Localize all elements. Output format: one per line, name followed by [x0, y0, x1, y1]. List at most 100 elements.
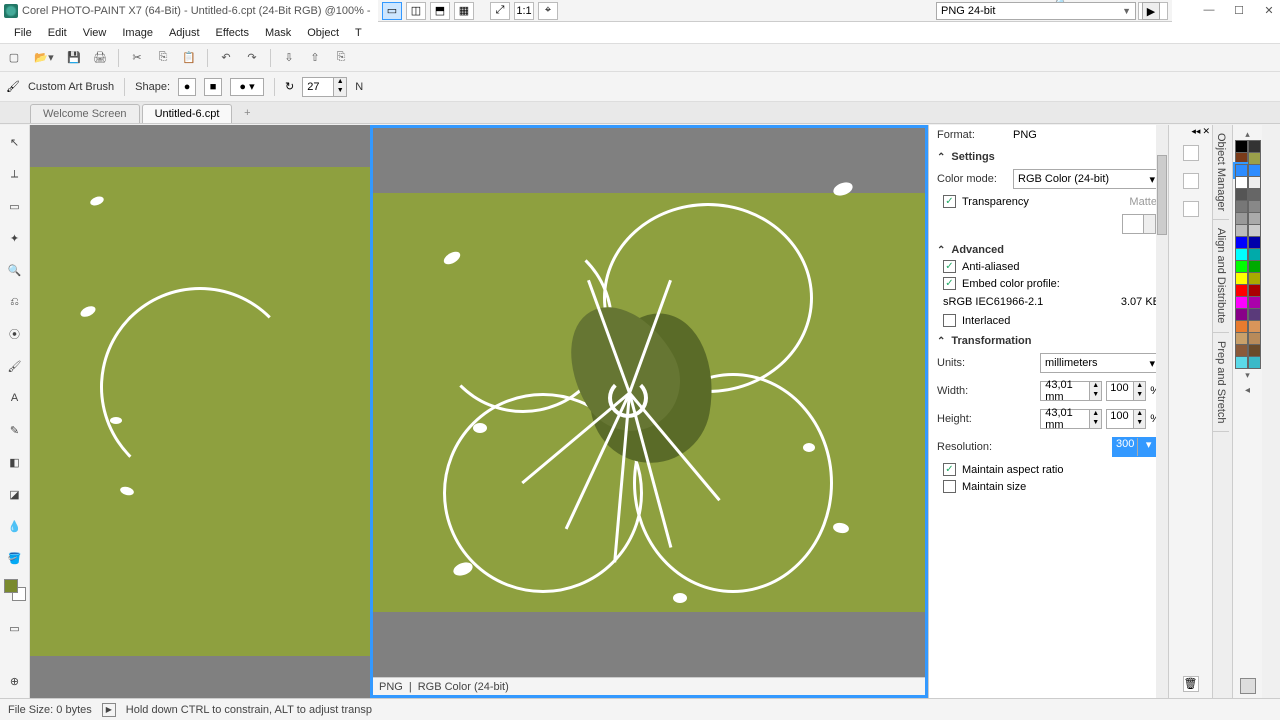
- trash-button[interactable]: 🗑: [1183, 676, 1199, 692]
- magic-wand-tool[interactable]: ✦: [4, 227, 26, 249]
- open-button[interactable]: 📂▾: [30, 48, 58, 68]
- docker-prep[interactable]: Prep and Stretch: [1213, 333, 1229, 433]
- menu-view[interactable]: View: [75, 27, 115, 39]
- color-swap-control[interactable]: [4, 579, 26, 601]
- docker-btn-3[interactable]: [1183, 201, 1199, 217]
- docker-close-button[interactable]: ✕: [1202, 126, 1210, 138]
- clone-tool[interactable]: ⎌: [4, 291, 26, 313]
- export-preview-pane: PNG | RGB Color (24-bit): [370, 125, 928, 698]
- path-tool[interactable]: ✎: [4, 419, 26, 441]
- docker-btn-2[interactable]: [1183, 173, 1199, 189]
- height-input[interactable]: 43,01 mm▲▼: [1040, 409, 1102, 429]
- palette-down-button[interactable]: ▾: [1245, 370, 1250, 381]
- status-play-button[interactable]: ▶: [102, 703, 116, 717]
- save-button[interactable]: 💾: [64, 48, 84, 68]
- actual-size-button[interactable]: 1:1: [514, 2, 534, 20]
- reset-colors-button[interactable]: ▭: [4, 617, 26, 639]
- antialiased-checkbox[interactable]: ✓: [943, 260, 956, 273]
- red-eye-tool[interactable]: ⦿: [4, 323, 26, 345]
- export-button[interactable]: ⇧: [305, 48, 325, 68]
- nib-selector[interactable]: ● ▾: [230, 78, 264, 96]
- eraser-tool[interactable]: ◧: [4, 451, 26, 473]
- palette-flyout-button[interactable]: ◂: [1245, 385, 1250, 396]
- import-button[interactable]: ⇩: [279, 48, 299, 68]
- transparency-checkbox[interactable]: ✓: [943, 195, 956, 208]
- panel-scrollbar[interactable]: [1156, 125, 1168, 698]
- spin-down[interactable]: ▼: [334, 87, 346, 96]
- swatch[interactable]: [1235, 356, 1248, 369]
- rect-mask-tool[interactable]: ▭: [4, 195, 26, 217]
- menu-effects[interactable]: Effects: [208, 27, 257, 39]
- settings-section-header[interactable]: ⌃ Settings: [929, 145, 1168, 165]
- cut-button[interactable]: ✂: [127, 48, 147, 68]
- four-pane-button[interactable]: ▦: [454, 2, 474, 20]
- brush-tool[interactable]: 🖌: [4, 355, 26, 377]
- units-combo[interactable]: millimeters ▾: [1040, 353, 1160, 373]
- docker-btn-1[interactable]: [1183, 145, 1199, 161]
- menu-object[interactable]: Object: [299, 27, 347, 39]
- fill-tool[interactable]: 🪣: [4, 547, 26, 569]
- brush-size-spinner[interactable]: ▲▼: [302, 77, 347, 97]
- redo-button[interactable]: ↷: [242, 48, 262, 68]
- copy-button[interactable]: ⎘: [153, 48, 173, 68]
- matte-color-picker[interactable]: [1122, 214, 1156, 234]
- two-pane-horiz-button[interactable]: ⬒: [430, 2, 450, 20]
- text-tool[interactable]: A: [4, 387, 26, 409]
- preview-canvas[interactable]: [373, 128, 925, 677]
- docker-collapse-button[interactable]: ◂◂: [1191, 126, 1200, 138]
- eyedropper-tool[interactable]: 💧: [4, 515, 26, 537]
- width-pct-input[interactable]: 100▲▼: [1106, 381, 1146, 401]
- swatch[interactable]: [1248, 356, 1261, 369]
- launch-button[interactable]: ⎘: [331, 48, 351, 68]
- palette-menu-button[interactable]: [1240, 678, 1256, 694]
- print-button[interactable]: 🖨: [90, 48, 110, 68]
- menu-file[interactable]: File: [6, 27, 40, 39]
- spin-up[interactable]: ▲: [334, 78, 346, 87]
- menu-tools-partial[interactable]: T: [347, 27, 370, 39]
- export-format-combo[interactable]: PNG 24-bit ▼: [936, 2, 1136, 20]
- tab-add-button[interactable]: +: [238, 107, 256, 123]
- shape-square-button[interactable]: ■: [204, 78, 222, 96]
- fg-color-swatch[interactable]: [4, 579, 18, 593]
- menu-image[interactable]: Image: [114, 27, 161, 39]
- palette-up-button[interactable]: ▴: [1245, 129, 1250, 140]
- paste-button[interactable]: 📋: [179, 48, 199, 68]
- interlaced-checkbox[interactable]: [943, 314, 956, 327]
- height-pct-input[interactable]: 100▲▼: [1106, 409, 1146, 429]
- zoom-to-fit-button[interactable]: ⌖: [538, 2, 558, 20]
- resolution-combo[interactable]: 300 ▾: [1112, 437, 1160, 457]
- maintain-size-checkbox[interactable]: [943, 480, 956, 493]
- zoom-tool[interactable]: 🔍: [4, 259, 26, 281]
- dropshadow-tool[interactable]: ◪: [4, 483, 26, 505]
- new-button[interactable]: ▢: [4, 48, 24, 68]
- crop-tool[interactable]: ⟂: [4, 163, 26, 185]
- canvas-area[interactable]: [30, 125, 370, 698]
- width-input[interactable]: 43,01 mm▲▼: [1040, 381, 1102, 401]
- transformation-section-header[interactable]: ⌃ Transformation: [929, 329, 1168, 349]
- minimize-button[interactable]: —: [1200, 2, 1218, 18]
- close-button[interactable]: ✕: [1260, 2, 1278, 18]
- embed-profile-label: Embed color profile:: [962, 278, 1060, 290]
- single-pane-view-button[interactable]: ▭: [382, 2, 402, 20]
- two-pane-vert-button[interactable]: ◫: [406, 2, 426, 20]
- tab-document[interactable]: Untitled-6.cpt: [142, 104, 233, 123]
- undo-button[interactable]: ↶: [216, 48, 236, 68]
- add-tool-button[interactable]: ⊕: [4, 670, 26, 692]
- preview-play-button[interactable]: ▶: [1142, 2, 1160, 20]
- menu-mask[interactable]: Mask: [257, 27, 299, 39]
- docker-align[interactable]: Align and Distribute: [1213, 220, 1229, 332]
- shape-round-button[interactable]: ●: [178, 78, 196, 96]
- maximize-button[interactable]: ☐: [1230, 2, 1248, 18]
- maintain-aspect-checkbox[interactable]: ✓: [943, 463, 956, 476]
- menu-edit[interactable]: Edit: [40, 27, 75, 39]
- menu-adjust[interactable]: Adjust: [161, 27, 208, 39]
- docker-object-manager[interactable]: Object Manager: [1213, 125, 1229, 220]
- brush-size-input[interactable]: [303, 81, 333, 93]
- advanced-section-header[interactable]: ⌃ Advanced: [929, 238, 1168, 258]
- pick-tool[interactable]: ↖: [4, 131, 26, 153]
- tab-welcome[interactable]: Welcome Screen: [30, 104, 140, 123]
- color-mode-combo[interactable]: RGB Color (24-bit) ▾: [1013, 169, 1160, 189]
- embed-profile-checkbox[interactable]: ✓: [943, 277, 956, 290]
- docker-buttons-column: ◂◂ ✕ 🗑: [1168, 125, 1212, 698]
- fit-button[interactable]: ⤢: [490, 2, 510, 20]
